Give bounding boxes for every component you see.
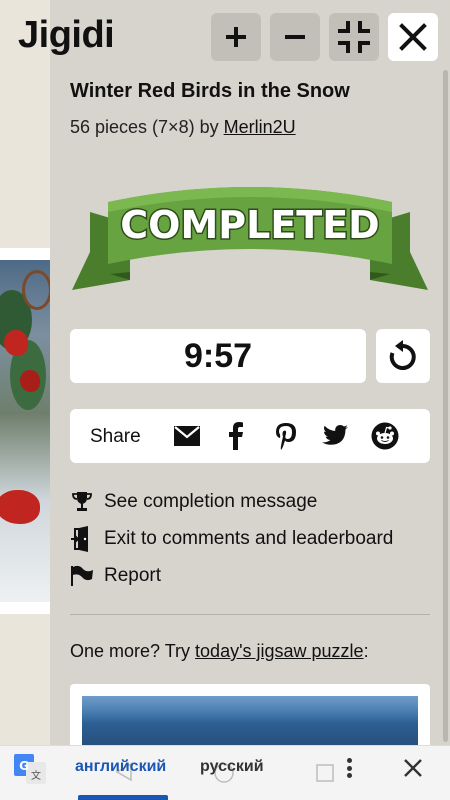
more-options-icon[interactable]: [343, 756, 355, 780]
nav-back-icon: [115, 762, 132, 782]
email-icon[interactable]: [172, 421, 202, 451]
plus-icon: [226, 27, 246, 47]
pinterest-icon[interactable]: [271, 421, 301, 451]
timer-display: 9:57: [70, 329, 366, 383]
one-more-suffix: :: [363, 641, 369, 661]
ribbon-text: COMPLETED: [120, 203, 379, 247]
fullscreen-button[interactable]: [329, 13, 379, 61]
active-tab-indicator: [78, 795, 168, 800]
next-puzzle-card[interactable]: [70, 684, 430, 754]
reddit-icon[interactable]: [370, 421, 400, 451]
trophy-icon: [70, 490, 94, 514]
completion-message-label: See completion message: [104, 491, 318, 512]
restart-icon: [389, 340, 416, 370]
fullscreen-exit-icon: [338, 21, 370, 53]
puzzle-art: [0, 260, 50, 602]
report-link[interactable]: Report: [70, 561, 161, 591]
todays-puzzle-link[interactable]: today's jigsaw puzzle: [195, 641, 364, 661]
app-logo[interactable]: Jigidi: [18, 14, 115, 57]
puzzle-meta: 56 pieces (7×8) by Merlin2U: [70, 117, 296, 138]
nav-home-icon: [214, 763, 234, 783]
exit-door-icon: [70, 526, 94, 552]
one-more-text: One more? Try today's jigsaw puzzle:: [70, 641, 369, 662]
google-translate-icon[interactable]: G 文: [14, 754, 46, 784]
nav-recents-icon: [316, 764, 334, 782]
completion-message-link[interactable]: See completion message: [70, 487, 317, 517]
puzzle-title: Winter Red Birds in the Snow: [70, 80, 350, 102]
puzzle-image[interactable]: [0, 248, 50, 614]
restart-button[interactable]: [376, 329, 430, 383]
one-more-prefix: One more? Try: [70, 641, 196, 661]
translate-bar: G 文 английский русский: [0, 745, 450, 800]
share-bar: Share: [70, 409, 430, 463]
next-puzzle-image: [82, 696, 418, 746]
close-button[interactable]: [388, 13, 438, 61]
share-label: Share: [90, 426, 141, 447]
section-divider: [70, 614, 430, 615]
flag-icon: [70, 564, 94, 588]
close-icon: [399, 23, 427, 51]
author-link[interactable]: Merlin2U: [224, 117, 296, 137]
zoom-in-button[interactable]: [211, 13, 261, 61]
translate-close-icon[interactable]: [402, 757, 424, 779]
minus-icon: [285, 35, 305, 39]
panel-scrollbar[interactable]: [443, 70, 448, 742]
zoom-out-button[interactable]: [270, 13, 320, 61]
completed-ribbon: COMPLETED: [72, 187, 428, 290]
exit-to-comments-label: Exit to comments and leaderboard: [104, 528, 394, 549]
facebook-icon[interactable]: [221, 421, 251, 451]
pieces-text: 56 pieces (7×8) by: [70, 117, 224, 137]
svg-text:G: G: [19, 759, 29, 773]
twitter-icon[interactable]: [320, 421, 350, 451]
svg-text:文: 文: [31, 769, 41, 782]
exit-to-comments-link[interactable]: Exit to comments and leaderboard: [70, 524, 393, 554]
report-label: Report: [104, 565, 162, 586]
